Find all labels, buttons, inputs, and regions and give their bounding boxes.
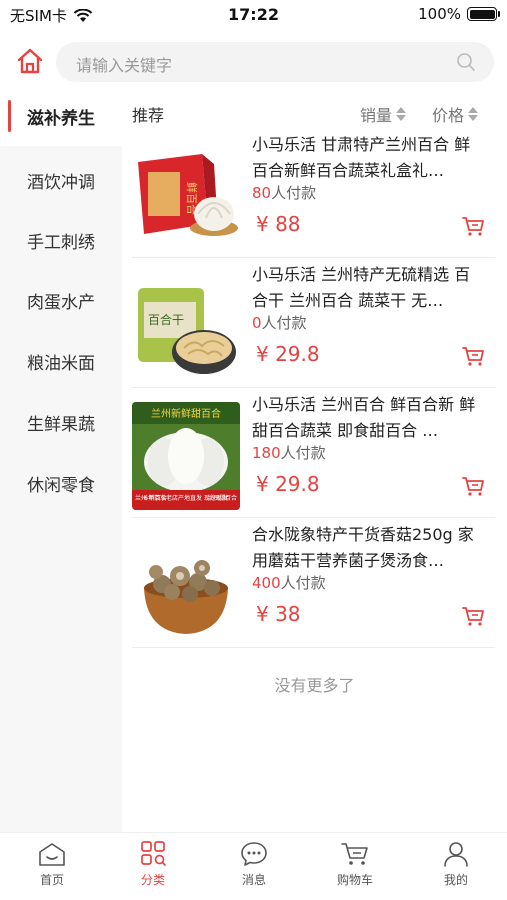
buyers-suffix: 人付款 [280,574,326,592]
search-placeholder: 请输入关键字 [76,56,173,75]
product-price: ¥ 29.8 [256,472,320,496]
buyers-count: 80 [252,184,272,202]
buyers-suffix: 人付款 [271,184,317,202]
tab-profile[interactable]: 我的 [406,841,506,897]
product-title[interactable]: 小马乐活 甘肃特产兰州百合 鲜百合新鲜百合蔬菜礼盒礼… [252,132,482,184]
product-buyers: 400人付款 [252,572,326,593]
category-item-active[interactable]: 滋补养生 [0,86,122,146]
sort-arrows-icon [468,107,479,121]
profile-icon [444,842,468,867]
sort-sales-label: 销量 [360,106,393,125]
no-more-label: 没有更多了 [274,676,355,695]
category-label: 休闲零食 [27,475,95,496]
tab-label: 消息 [241,873,266,887]
add-to-cart-icon[interactable] [461,604,485,628]
product-image[interactable]: 鲜百合 [132,142,240,250]
buyers-suffix: 人付款 [261,314,307,332]
search-input[interactable]: 请输入关键字 [56,42,494,82]
product-buyers: 180人付款 [252,442,326,463]
home-button[interactable] [14,46,46,76]
home-icon [39,843,65,866]
home-icon [17,48,43,74]
active-indicator [8,100,11,132]
product-card[interactable]: 百合干 小马乐活 兰州特产无硫精选 百合干 兰州百合 蔬菜干 无… 0人付款 ¥… [122,258,507,388]
product-buyers: 0人付款 [252,312,307,333]
category-label: 手工刺绣 [27,232,95,253]
battery-percent: 100% [418,5,461,23]
product-title[interactable]: 小马乐活 兰州百合 鲜百合新 鲜甜百合蔬菜 即食甜百合 … [252,392,482,444]
sort-sales-tab[interactable]: 销量 [360,102,407,126]
category-item[interactable]: 肉蛋水产 [0,270,122,330]
search-icon[interactable] [456,52,476,72]
buyers-count: 400 [252,574,281,592]
category-sidebar: 滋补养生 酒饮冲调 手工刺绣 肉蛋水产 粮油米面 生鲜果蔬 休闲零食 [0,86,122,832]
svg-text:兰州甜百合: 兰州甜百合 [207,494,237,502]
category-item[interactable]: 休闲零食 [0,453,122,513]
tab-label: 我的 [443,873,468,887]
tab-label: 购物车 [336,873,373,887]
status-bar: 无SIM卡 17:22 100% [0,0,507,30]
tab-cart[interactable]: 购物车 [305,841,405,897]
product-image[interactable]: 百合干 [132,272,240,380]
buyers-count: 0 [252,314,262,332]
product-title[interactable]: 合水陇象特产干货香菇250g 家用蘑菇干营养菌子煲汤食… [252,522,482,574]
category-label: 滋补养生 [27,108,95,129]
sort-recommend-tab[interactable]: 推荐 [132,102,164,126]
tab-label: 首页 [39,873,64,887]
search-header: 请输入关键字 [0,38,507,84]
product-card[interactable]: 合水陇象特产干货香菇250g 家用蘑菇干营养菌子煲汤食… 400人付款 ¥ 38 [122,518,507,648]
category-item[interactable]: 粮油米面 [0,331,122,391]
product-price: ¥ 38 [256,602,301,626]
tab-category[interactable]: 分类 [103,841,203,897]
battery-status: 100% [418,5,500,23]
tab-home[interactable]: 首页 [2,841,102,897]
svg-text:兰州新鲜甜百合: 兰州新鲜甜百合 [151,407,221,420]
battery-icon [467,7,500,21]
bottom-tab-bar: 首页 分类 消息 购物车 我的 [0,832,507,900]
product-price: ¥ 29.8 [256,342,320,366]
category-label: 肉蛋水产 [27,292,95,313]
add-to-cart-icon[interactable] [461,344,485,368]
cart-icon [341,843,368,865]
tab-messages[interactable]: 消息 [204,841,304,897]
category-item[interactable]: 手工刺绣 [0,210,122,270]
category-item[interactable]: 生鲜果蔬 [0,392,122,452]
sort-price-tab[interactable]: 价格 [432,102,479,126]
message-icon [241,842,267,866]
svg-text:百合干: 百合干 [148,312,184,327]
sort-arrows-icon [396,107,407,121]
product-card[interactable]: 兰州新鲜甜百合 兰州 鲜百合 6年京东老店产地直发 现挖现发 兰州甜百合 小马乐… [122,388,507,518]
product-price: ¥ 88 [256,212,301,236]
category-label: 酒饮冲调 [27,172,95,193]
category-icon [141,841,166,866]
category-label: 生鲜果蔬 [27,414,95,435]
product-image[interactable]: 兰州新鲜甜百合 兰州 鲜百合 6年京东老店产地直发 现挖现发 兰州甜百合 [132,402,240,510]
product-title[interactable]: 小马乐活 兰州特产无硫精选 百合干 兰州百合 蔬菜干 无… [252,262,482,314]
product-buyers: 80人付款 [252,182,316,203]
product-card[interactable]: 鲜百合 小马乐活 甘肃特产兰州百合 鲜百合新鲜百合蔬菜礼盒礼… 80人付款 ¥ … [122,128,507,258]
buyers-suffix: 人付款 [280,444,326,462]
tab-label: 分类 [140,873,165,887]
add-to-cart-icon[interactable] [461,474,485,498]
product-image[interactable] [132,532,240,640]
category-label: 粮油米面 [27,353,95,374]
sort-price-label: 价格 [432,106,465,125]
add-to-cart-icon[interactable] [461,214,485,238]
buyers-count: 180 [252,444,281,462]
category-item[interactable]: 酒饮冲调 [0,150,122,210]
